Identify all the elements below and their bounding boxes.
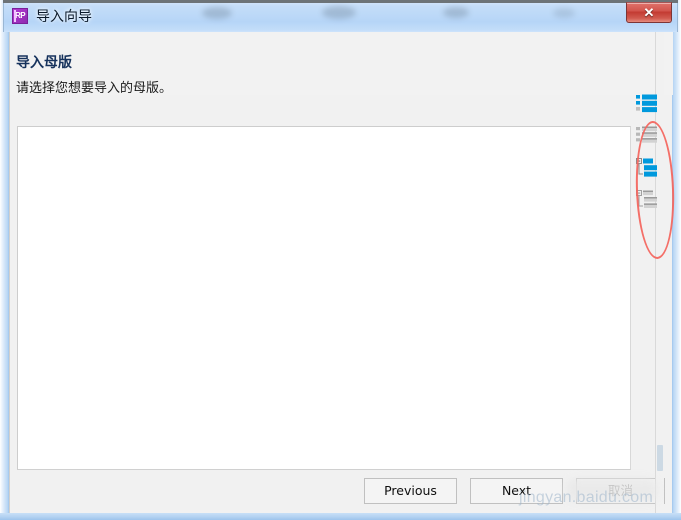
close-button[interactable]: ✕ [626, 2, 672, 23]
title-bar-top-edge [3, 0, 678, 3]
app-icon-label: RP [14, 11, 26, 20]
cancel-button[interactable]: 取消 [576, 478, 665, 504]
tree-view-icon[interactable] [636, 158, 660, 180]
window-title: 导入向导 [36, 9, 92, 25]
next-button[interactable]: Next [470, 478, 563, 504]
header-band: 导入母版 请选择您想要导入的母版。 [10, 32, 673, 96]
tree-detail-view-icon[interactable] [636, 190, 660, 212]
dialog-client-area: 导入母版 请选择您想要导入的母版。 Previous Next 取消 [9, 32, 673, 513]
glass-artifact [202, 7, 232, 19]
previous-button[interactable]: Previous [364, 478, 457, 504]
import-wizard-window: RP 导入向导 ✕ 导入母版 请选择您想要导入的母版。 Previous Nex… [0, 0, 681, 520]
glass-artifact [443, 7, 469, 18]
glass-artifact [553, 8, 575, 18]
page-subtitle: 请选择您想要导入的母版。 [16, 81, 173, 96]
detail-view-icon[interactable] [636, 126, 660, 148]
window-frame-right [672, 0, 681, 520]
page-title: 导入母版 [16, 55, 72, 71]
scrollbar-thumb[interactable] [657, 445, 663, 471]
list-view-icon[interactable] [636, 94, 660, 116]
master-list-panel[interactable] [17, 126, 631, 470]
app-icon-accent-bar [14, 10, 16, 22]
dialog-footer: Previous Next 取消 [10, 469, 673, 513]
close-icon: ✕ [643, 5, 655, 20]
title-bar[interactable] [3, 0, 678, 32]
app-icon-rp: RP [12, 8, 28, 24]
window-frame-left [0, 0, 9, 520]
view-mode-icon-strip [630, 90, 662, 235]
glass-artifact [322, 6, 356, 19]
window-frame-bottom [0, 513, 681, 520]
